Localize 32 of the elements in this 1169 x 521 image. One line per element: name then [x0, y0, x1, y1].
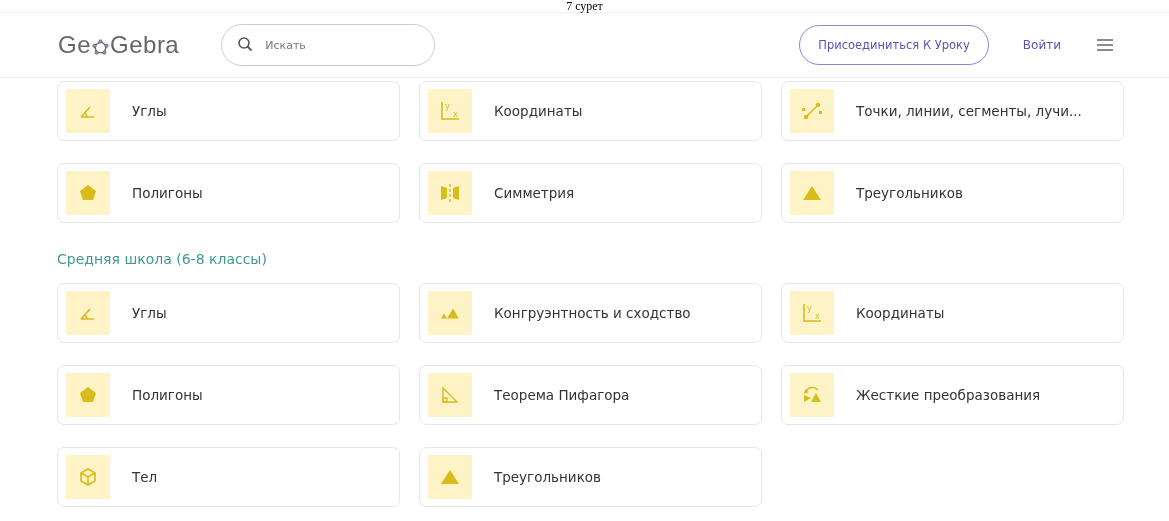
topic-card[interactable]: Жесткие преобразования	[781, 365, 1124, 425]
section-heading: Средняя школа (6-8 классы)	[57, 251, 268, 267]
logo-text: Gebra	[110, 31, 180, 59]
join-lesson-button[interactable]: Присоединиться К Уроку	[799, 25, 989, 65]
menu-icon[interactable]	[1097, 39, 1113, 51]
topic-card[interactable]: Углы	[57, 81, 400, 141]
triangles-icon	[440, 307, 460, 319]
topic-card[interactable]: Симметрия	[419, 163, 762, 223]
topic-card[interactable]: y x Координаты	[781, 283, 1124, 343]
axis-label: y	[807, 304, 812, 313]
topic-card[interactable]: Полигоны	[57, 365, 400, 425]
pentagon-logo-icon	[92, 38, 109, 56]
axis-label: y	[445, 102, 450, 111]
figure-caption: 7 сурет	[566, 0, 603, 12]
topic-card[interactable]: y x Координаты	[419, 81, 762, 141]
topic-card[interactable]: Треугольников	[419, 447, 762, 507]
topic-card[interactable]: Точки, линии, сегменты, лучи...	[781, 81, 1124, 141]
symmetry-icon	[438, 181, 462, 205]
login-link[interactable]: Войти	[1022, 38, 1061, 52]
topic-card[interactable]: Треугольников	[781, 163, 1124, 223]
topic-card[interactable]: Полигоны	[57, 163, 400, 223]
topic-card[interactable]: Углы	[57, 283, 400, 343]
logo-text: Ge	[58, 31, 91, 59]
axes-icon	[441, 101, 460, 120]
search-icon	[237, 36, 254, 52]
axes-icon	[803, 303, 822, 322]
topic-card[interactable]: Конгруэнтность и сходство	[419, 283, 762, 343]
topic-card[interactable]: Тел	[57, 447, 400, 507]
search-field[interactable]: Искать	[221, 24, 436, 66]
axis-label: x	[453, 110, 458, 119]
axis-label: x	[815, 312, 820, 321]
topic-card[interactable]: Теорема Пифагора	[419, 365, 762, 425]
